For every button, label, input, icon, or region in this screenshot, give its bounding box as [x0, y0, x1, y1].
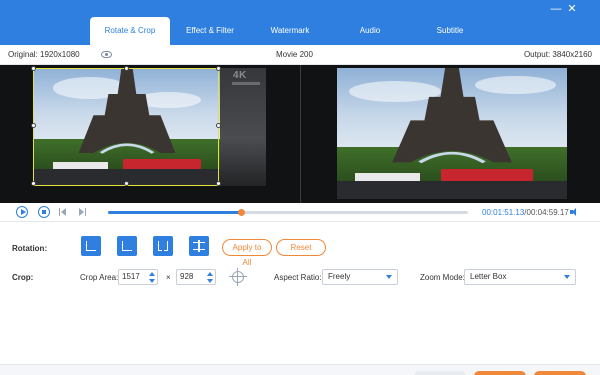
progress-fill: [108, 211, 242, 214]
crop-area-label: Crop Area:: [80, 273, 119, 282]
center-crop-icon[interactable]: [229, 268, 247, 286]
tab-audio[interactable]: Audio: [330, 17, 410, 45]
tab-rotate-crop[interactable]: Rotate & Crop: [90, 17, 170, 45]
total-time: 00:04:59.17: [526, 208, 569, 217]
crop-handle-bottom-right[interactable]: [216, 181, 221, 186]
zoom-mode-value: Letter Box: [470, 272, 507, 281]
tab-effect-filter[interactable]: Effect & Filter: [170, 17, 250, 45]
tab-watermark[interactable]: Watermark: [250, 17, 330, 45]
aspect-ratio-label: Aspect Ratio:: [274, 273, 322, 282]
crop-width-stepper[interactable]: [149, 271, 155, 283]
skip-next-icon[interactable]: [77, 208, 86, 216]
crop-width-input[interactable]: 1517: [118, 269, 158, 285]
crop-handle-middle-left[interactable]: [31, 123, 36, 128]
top-header: Rotate & Crop Effect & Filter Watermark …: [0, 0, 600, 45]
zoom-mode-select[interactable]: Letter Box: [464, 269, 576, 285]
rotate-left-button[interactable]: [81, 236, 101, 256]
4k-badge: 4K: [233, 70, 247, 81]
rotate-left-icon: [86, 241, 96, 251]
crop-height-input[interactable]: 928: [176, 269, 216, 285]
multiply-sign: ×: [166, 273, 171, 282]
tab-bar: Rotate & Crop Effect & Filter Watermark …: [90, 17, 490, 45]
flip-horizontal-button[interactable]: [153, 236, 173, 256]
edit-controls: Rotation: Apply to All Reset Crop: Crop …: [0, 223, 600, 363]
progress-slider[interactable]: [108, 209, 468, 216]
rotate-right-button[interactable]: [117, 236, 137, 256]
crop-height-stepper[interactable]: [207, 271, 213, 283]
footer-button-3[interactable]: [534, 371, 586, 375]
crop-handle-top-right[interactable]: [216, 66, 221, 71]
stop-icon[interactable]: [38, 206, 50, 218]
footer-button-2[interactable]: [474, 371, 526, 375]
rotation-label: Rotation:: [12, 244, 48, 253]
footer-button-1[interactable]: [414, 371, 466, 375]
skip-previous-icon[interactable]: [59, 208, 68, 216]
volume-icon[interactable]: [570, 208, 579, 216]
rotate-right-icon: [122, 241, 132, 251]
play-icon[interactable]: [16, 206, 28, 218]
chevron-down-icon: [564, 275, 570, 279]
playback-bar: 00:01:51.13/00:04:59.17: [0, 203, 600, 222]
zoom-mode-label: Zoom Mode:: [420, 273, 465, 282]
apply-to-all-button[interactable]: Apply to All: [222, 239, 272, 267]
crop-handle-top-center[interactable]: [124, 66, 129, 71]
close-button[interactable]: ✕: [565, 3, 579, 15]
flip-horizontal-icon: [158, 241, 162, 251]
4k-badge-underline: [232, 82, 260, 85]
output-resolution: Output: 3840x2160: [523, 50, 592, 59]
eiffel-tower-silhouette-output: [392, 68, 512, 164]
aspect-ratio-select[interactable]: Freely: [322, 269, 398, 285]
current-time: 00:01:51.13: [482, 208, 525, 217]
progress-knob[interactable]: [238, 209, 246, 216]
time-readout: 00:01:51.13/00:04:59.17: [482, 208, 569, 217]
output-preview: [301, 65, 600, 203]
crop-handle-middle-right[interactable]: [216, 123, 221, 128]
crop-height-value: 928: [180, 272, 194, 281]
original-preview: 4K: [0, 65, 300, 203]
crop-handle-bottom-center[interactable]: [124, 181, 129, 186]
minimize-button[interactable]: —: [549, 3, 563, 15]
crop-handle-bottom-left[interactable]: [31, 181, 36, 186]
crop-label: Crop:: [12, 273, 34, 282]
crop-handle-top-left[interactable]: [31, 66, 36, 71]
eye-icon[interactable]: [101, 51, 112, 58]
chevron-down-icon: [386, 275, 392, 279]
crop-width-value: 1517: [122, 272, 140, 281]
info-bar: Original: 1920x1080 Movie 200 Output: 38…: [0, 45, 600, 65]
aspect-ratio-value: Freely: [328, 272, 351, 281]
reset-button[interactable]: Reset: [276, 239, 326, 256]
cropped-out-region: [220, 68, 266, 186]
video-title: Movie 200: [276, 50, 313, 59]
original-resolution: Original: 1920x1080: [8, 50, 80, 59]
crop-frame[interactable]: [33, 68, 219, 186]
preview-area: 4K: [0, 65, 600, 203]
output-video-frame: [337, 68, 567, 199]
flip-vertical-button[interactable]: [189, 236, 209, 256]
tab-subtitle[interactable]: Subtitle: [410, 17, 490, 45]
